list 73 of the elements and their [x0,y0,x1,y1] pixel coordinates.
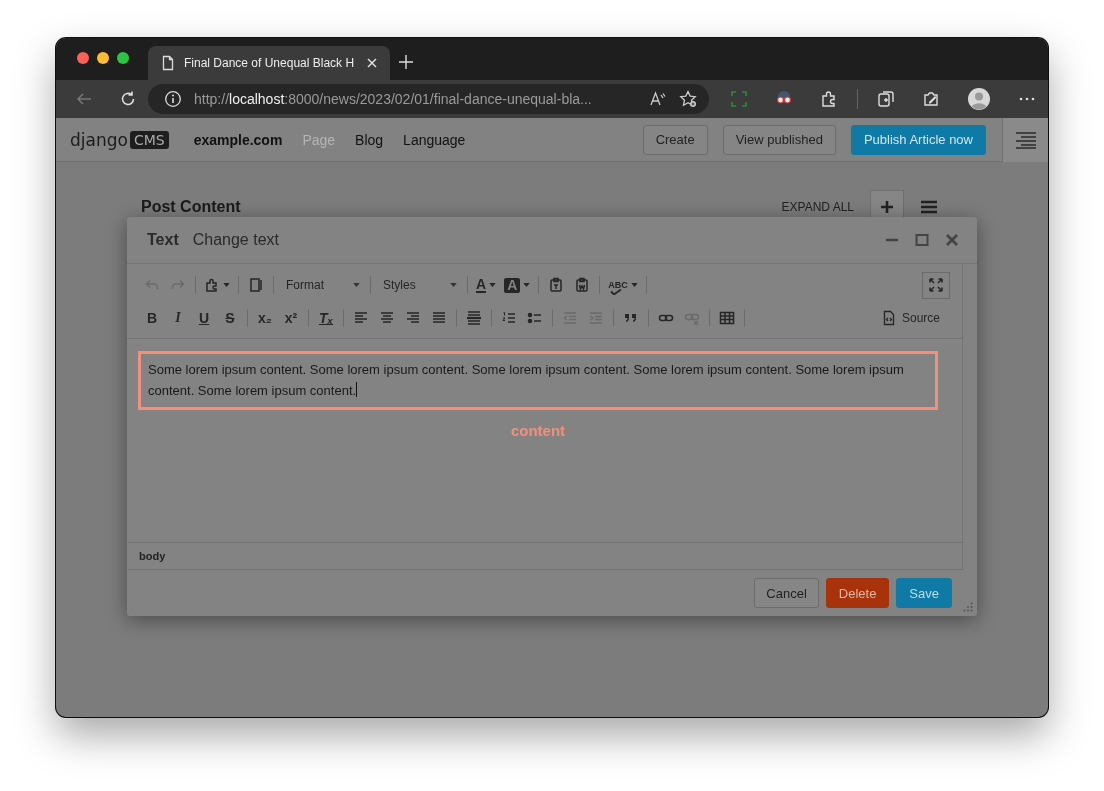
modal-title: Text [147,231,179,249]
dropdown-button[interactable]: Styles [375,273,463,297]
menu-item[interactable]: Language [403,131,466,148]
bg-color-button[interactable]: A [500,272,535,298]
read-aloud-icon[interactable] [649,90,667,108]
align-left-icon [353,310,369,326]
dialog-button[interactable]: Cancel [754,578,819,608]
underline-button[interactable]: U [191,305,217,331]
reload-icon[interactable] [119,90,137,108]
clipboard-icon [548,277,565,293]
caret-icon [450,283,457,287]
source-button[interactable]: Source [876,305,950,331]
indent-icon [588,310,604,326]
expand-all-link[interactable]: EXPAND ALL [781,200,854,214]
resize-grip-icon[interactable] [963,602,973,612]
browser-tab[interactable]: Final Dance of Unequal Black H [148,46,390,80]
page-heading: Post Content [141,198,241,216]
dialog-button[interactable]: Delete [825,578,890,608]
justify-icon [431,310,447,326]
horizontal-rule-icon [466,310,482,326]
text-color-button[interactable]: A [472,272,501,298]
caret-icon [353,283,360,287]
outdent-icon [562,310,578,326]
clipboard-icon [574,277,591,293]
maximize-icon [928,277,944,293]
table-icon [719,310,735,326]
content-text: Some lorem ipsum content. Some lorem ipsum content. Some lorem ipsum content. Some lorem ipsum content. Some lorem ipsum content. Some lorem ipsum content. [148,361,905,400]
logo[interactable]: django CMS [70,129,169,150]
dialog-button[interactable]: Save [896,578,952,608]
superscript-button[interactable]: x² [278,305,304,331]
toolbar-button[interactable]: Create [642,124,708,155]
tab-title: Final Dance of Unequal Black H [184,56,356,70]
new-tab-icon[interactable] [398,54,414,70]
modal-subtitle: Change text [192,231,279,249]
screenshot-icon[interactable] [730,90,748,108]
clear-format-button[interactable]: Tₓ [313,305,339,331]
bold-button[interactable]: B [139,305,165,331]
blocks-icon [248,277,264,293]
maximize-button[interactable] [922,271,950,299]
placeholder-label: content [510,422,566,439]
spellcheck-button[interactable]: ABC [604,272,642,298]
avatar-icon[interactable] [967,87,991,111]
maximize-icon[interactable] [915,233,929,247]
address-bar[interactable]: http://localhost:8000/news/2023/02/01/final-dance-unequal-bla... [148,84,709,114]
subscript-button[interactable]: x₂ [252,305,278,331]
toolbar-button[interactable]: Publish Article now [850,124,986,155]
check-icon [610,289,623,295]
favorite-icon[interactable] [679,90,697,108]
structure-icon [1014,130,1037,149]
dropdown-button[interactable]: Format [278,273,366,297]
close-window-button[interactable] [77,52,89,64]
extensions-icon[interactable] [820,90,838,108]
element-path: body [139,550,166,562]
menu-icon[interactable] [920,198,938,216]
strike-button[interactable]: S [217,305,243,331]
italic-button[interactable]: I [165,305,191,331]
document-icon [160,55,176,71]
content-placeholder[interactable]: Some lorem ipsum content. Some lorem ipsum content. Some lorem ipsum content. Some lorem ipsum content. Some lorem ipsum content. Some lorem ipsum content. [138,351,938,410]
info-icon[interactable] [164,90,182,108]
numbered-list-icon [501,310,517,326]
menu-item[interactable]: Blog [355,131,384,148]
align-center-icon [379,310,395,326]
structure-toggle[interactable] [1002,117,1048,162]
plus-icon [880,200,894,214]
align-right-icon [405,310,421,326]
zoom-window-button[interactable] [117,52,129,64]
url-text: http://localhost:8000/news/2023/02/01/final-dance-unequal-bla... [194,91,593,107]
minimize-window-button[interactable] [97,52,109,64]
bullet-list-icon [527,310,543,326]
collections-icon[interactable] [877,90,895,108]
site-link[interactable]: example.com [193,131,283,148]
puzzle-icon [204,277,220,293]
toolbar-button[interactable]: View published [722,124,836,155]
